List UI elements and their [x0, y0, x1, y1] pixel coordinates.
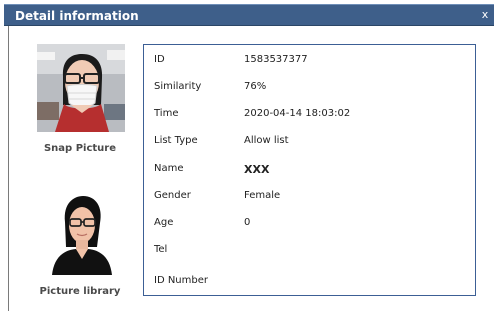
detail-row-id-number: ID Number [154, 275, 464, 293]
detail-label: Age [154, 217, 174, 228]
detail-label: Name [154, 163, 184, 174]
library-picture [46, 195, 116, 275]
snap-picture [37, 44, 125, 132]
detail-row-id: ID 1583537377 [154, 54, 464, 72]
detail-value: XXX [244, 163, 270, 176]
detail-value: 1583537377 [244, 54, 308, 65]
detail-label: Time [154, 108, 179, 119]
detail-info-panel: ID 1583537377 Similarity 76% Time 2020-0… [143, 44, 476, 296]
picture-library-caption: Picture library [39, 286, 121, 297]
detail-row-age: Age 0 [154, 217, 464, 235]
detail-row-similarity: Similarity 76% [154, 81, 464, 99]
detail-label: List Type [154, 135, 198, 146]
detail-value: Female [244, 190, 281, 201]
detail-value: Allow list [244, 135, 289, 146]
library-photo-illustration [46, 195, 116, 275]
detail-value: 0 [244, 217, 251, 228]
detail-label: Similarity [154, 81, 202, 92]
detail-value: 76% [244, 81, 267, 92]
detail-label: Tel [154, 244, 168, 255]
detail-row-list-type: List Type Allow list [154, 135, 464, 153]
detail-information-dialog: Detail information x Snap Picture Pictur… [0, 0, 496, 313]
detail-row-name: Name XXX [154, 163, 464, 181]
snap-photo-illustration [37, 44, 125, 132]
close-button[interactable]: x [478, 7, 492, 23]
detail-label: Gender [154, 190, 191, 201]
snap-picture-caption: Snap Picture [43, 143, 116, 154]
detail-row-time: Time 2020-04-14 18:03:02 [154, 108, 464, 126]
detail-label: ID Number [154, 275, 208, 286]
detail-value: 2020-04-14 18:03:02 [244, 108, 351, 119]
title-bar[interactable]: Detail information x [4, 4, 494, 26]
left-frame-border [8, 26, 9, 311]
detail-row-tel: Tel [154, 244, 464, 262]
window-title: Detail information [15, 9, 139, 23]
detail-label: ID [154, 54, 165, 65]
detail-row-gender: Gender Female [154, 190, 464, 208]
